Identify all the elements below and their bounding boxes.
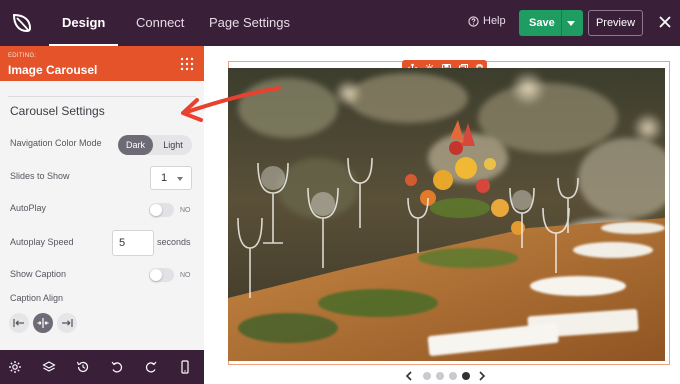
close-icon[interactable] bbox=[656, 13, 674, 31]
carousel-dot-2[interactable] bbox=[436, 372, 444, 380]
section-title[interactable]: Carousel Settings bbox=[10, 104, 105, 118]
autoplay-speed-label: Autoplay Speed bbox=[10, 237, 74, 247]
toggle-knob bbox=[150, 204, 162, 216]
carousel-image[interactable] bbox=[228, 68, 665, 361]
editing-header: EDITING: Image Carousel bbox=[0, 46, 204, 81]
toggle-knob bbox=[150, 269, 162, 281]
autoplay-speed-input[interactable] bbox=[112, 230, 154, 256]
grid-dots-icon[interactable] bbox=[180, 57, 194, 71]
align-center-button[interactable] bbox=[33, 313, 53, 333]
align-left-icon bbox=[13, 319, 24, 327]
show-caption-toggle[interactable] bbox=[149, 268, 174, 282]
help-link[interactable]: Help bbox=[468, 15, 506, 27]
slides-to-show-value: 1 bbox=[161, 172, 168, 184]
save-button[interactable]: Save bbox=[519, 10, 583, 36]
help-label: Help bbox=[483, 15, 506, 27]
bottom-toolbar bbox=[0, 350, 204, 384]
tab-design[interactable]: Design bbox=[48, 0, 119, 46]
show-caption-state: NO bbox=[180, 272, 191, 279]
save-divider bbox=[561, 10, 562, 36]
chevron-down-icon bbox=[177, 177, 183, 181]
save-dropdown-chevron-icon[interactable] bbox=[567, 21, 575, 26]
carousel-prev-icon[interactable] bbox=[405, 371, 413, 381]
mobile-preview-icon[interactable] bbox=[178, 360, 192, 374]
autoplay-speed-unit: seconds bbox=[157, 237, 191, 247]
autoplay-toggle[interactable] bbox=[149, 203, 174, 217]
block-title: Image Carousel bbox=[8, 63, 98, 77]
align-left-button[interactable] bbox=[9, 313, 29, 333]
align-center-icon bbox=[37, 318, 49, 328]
carousel-next-icon[interactable] bbox=[478, 371, 486, 381]
autoplay-label: AutoPlay bbox=[10, 203, 47, 213]
show-caption-label: Show Caption bbox=[10, 269, 67, 279]
settings-gear-icon[interactable] bbox=[8, 360, 22, 374]
slides-to-show-select[interactable]: 1 bbox=[150, 166, 192, 190]
navigation-color-mode-toggle: Dark Light bbox=[118, 135, 192, 155]
settings-sidebar: EDITING: Image Carousel Carousel Setting… bbox=[0, 46, 204, 350]
slides-to-show-label: Slides to Show bbox=[10, 171, 70, 181]
help-circle-icon bbox=[468, 15, 479, 27]
undo-icon[interactable] bbox=[110, 360, 124, 374]
dark-mode-option[interactable]: Dark bbox=[118, 135, 153, 155]
carousel-navigation bbox=[405, 370, 486, 384]
section-divider bbox=[8, 96, 196, 97]
carousel-dot-1[interactable] bbox=[423, 372, 431, 380]
preview-button[interactable]: Preview bbox=[588, 10, 643, 36]
seedprod-leaf-logo-icon[interactable] bbox=[8, 9, 36, 37]
annotation-arrow-icon bbox=[181, 86, 281, 122]
carousel-dot-4[interactable] bbox=[462, 372, 470, 380]
light-mode-option[interactable]: Light bbox=[156, 135, 190, 155]
top-bar: Design Connect Page Settings Help Save P… bbox=[0, 0, 680, 46]
navigation-color-mode-label: Navigation Color Mode bbox=[10, 138, 102, 148]
save-label: Save bbox=[529, 17, 555, 29]
carousel-dot-3[interactable] bbox=[449, 372, 457, 380]
editing-label: EDITING: bbox=[8, 53, 37, 59]
tab-connect[interactable]: Connect bbox=[136, 0, 184, 46]
redo-icon[interactable] bbox=[144, 360, 158, 374]
history-icon[interactable] bbox=[76, 360, 90, 374]
autoplay-state: NO bbox=[180, 207, 191, 214]
align-right-icon bbox=[62, 319, 73, 327]
caption-align-label: Caption Align bbox=[10, 293, 64, 303]
tab-page-settings[interactable]: Page Settings bbox=[209, 0, 290, 46]
align-right-button[interactable] bbox=[57, 313, 77, 333]
layers-icon[interactable] bbox=[42, 360, 56, 374]
